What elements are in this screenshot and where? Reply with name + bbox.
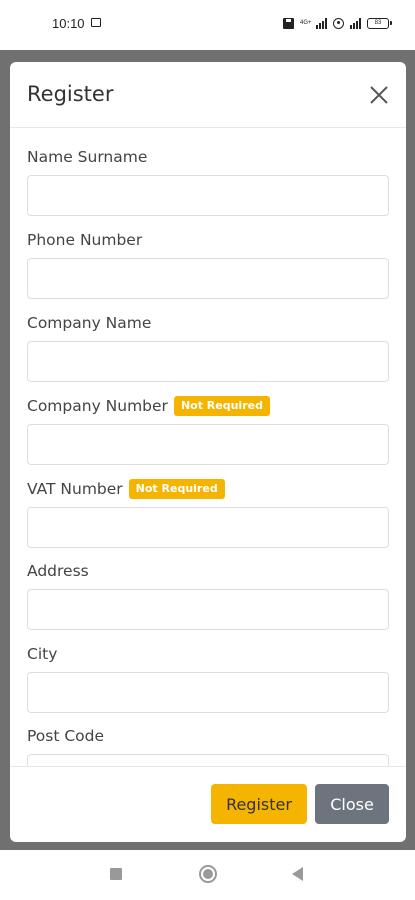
notification-icon [91, 18, 101, 27]
field-vat-number: VAT Number Not Required [27, 478, 389, 548]
field-name-surname: Name Surname [27, 146, 389, 216]
field-label: Address [27, 562, 89, 580]
name-surname-input[interactable] [27, 175, 389, 216]
field-company-name: Company Name [27, 312, 389, 382]
status-time: 10:10 [52, 16, 85, 31]
field-post-code: Post Code [27, 725, 389, 766]
field-address: Address [27, 560, 389, 630]
register-button[interactable]: Register [211, 784, 307, 824]
square-icon[interactable] [110, 868, 122, 880]
status-bar: 10:10 4G+ 83 [0, 0, 415, 50]
field-label: Name Surname [27, 148, 148, 166]
signal-icon-2 [350, 17, 361, 29]
circle-icon[interactable] [199, 865, 217, 883]
signal-icon [316, 17, 327, 29]
field-label: Company Number [27, 397, 168, 415]
field-label: City [27, 645, 58, 663]
status-icons: 4G+ 83 [283, 16, 392, 30]
field-label: Company Name [27, 314, 152, 332]
field-phone-number: Phone Number [27, 229, 389, 299]
company-number-input[interactable] [27, 424, 389, 465]
not-required-badge: Not Required [128, 479, 225, 499]
triangle-back-icon[interactable] [292, 867, 303, 881]
field-label: Post Code [27, 727, 105, 745]
hotspot-icon [333, 17, 344, 29]
address-input[interactable] [27, 589, 389, 630]
modal-body[interactable]: Name Surname Phone Number Company Name C… [10, 129, 406, 766]
city-input[interactable] [27, 672, 389, 713]
navigation-bar [0, 850, 415, 900]
close-button[interactable]: Close [315, 784, 389, 824]
field-label: VAT Number [27, 480, 123, 498]
modal-header: Register [10, 62, 406, 128]
close-icon[interactable] [368, 84, 390, 106]
save-icon [283, 17, 294, 29]
modal-title: Register [27, 82, 114, 106]
field-label: Phone Number [27, 231, 143, 249]
network-type-label: 4G+ [300, 20, 312, 26]
register-modal: Register Name Surname Phone Number Compa… [10, 62, 406, 842]
field-company-number: Company Number Not Required [27, 395, 389, 465]
field-city: City [27, 643, 389, 713]
vat-number-input[interactable] [27, 507, 389, 548]
not-required-badge: Not Required [173, 396, 270, 416]
modal-footer: Register Close [10, 766, 406, 842]
phone-number-input[interactable] [27, 258, 389, 299]
post-code-input[interactable] [27, 754, 389, 766]
company-name-input[interactable] [27, 341, 389, 382]
battery-icon: 83 [367, 17, 392, 29]
